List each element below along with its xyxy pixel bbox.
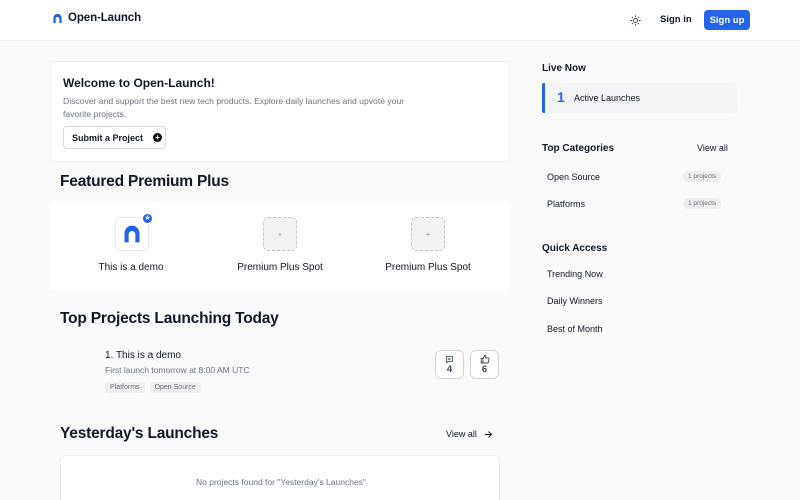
project-name[interactable]: 1. This is a demo bbox=[105, 350, 250, 361]
top-header: Open-Launch Sign in Sign up bbox=[0, 0, 800, 41]
plus-circle-icon: + bbox=[153, 133, 163, 142]
sign-in-link[interactable]: Sign in bbox=[660, 14, 692, 25]
tag-open-source[interactable]: Open Source bbox=[149, 382, 201, 393]
today-section-title: Top Projects Launching Today bbox=[60, 310, 279, 327]
sun-icon bbox=[630, 15, 641, 26]
yesterday-view-all-link[interactable]: View all bbox=[446, 429, 493, 439]
category-item-open-source[interactable]: Open Source 1 projects bbox=[547, 171, 727, 182]
category-count-badge: 1 projects bbox=[683, 171, 722, 182]
arrow-right-icon bbox=[484, 430, 492, 438]
quick-link-trending-now[interactable]: Trending Now bbox=[547, 269, 603, 279]
featured-grid: ★ This is a demo + Premium Plus Spot + P… bbox=[50, 201, 510, 290]
featured-item-spot[interactable]: + Premium Plus Spot bbox=[205, 201, 355, 290]
project-tags: Platforms Open Source bbox=[105, 382, 201, 393]
project-subtitle: First launch tomorrow at 8:00 AM UTC bbox=[105, 365, 250, 375]
featured-item-demo[interactable]: ★ This is a demo bbox=[56, 201, 206, 290]
featured-item-spot[interactable]: + Premium Plus Spot bbox=[353, 201, 503, 290]
top-categories-title: Top Categories bbox=[542, 143, 615, 154]
upvote-button[interactable]: 6 bbox=[470, 350, 499, 379]
live-now-card[interactable]: 1 Active Launches bbox=[542, 83, 737, 113]
welcome-title: Welcome to Open-Launch! bbox=[63, 76, 215, 90]
comment-icon bbox=[445, 355, 454, 363]
featured-item-label: This is a demo bbox=[98, 262, 164, 273]
live-now-title: Live Now bbox=[542, 63, 586, 74]
featured-section-title: Featured Premium Plus bbox=[60, 173, 229, 190]
empty-state-text: No projects found for "Yesterday's Launc… bbox=[196, 477, 366, 487]
comments-button[interactable]: 4 bbox=[435, 350, 464, 379]
sign-up-button[interactable]: Sign up bbox=[704, 10, 750, 30]
quick-access-title: Quick Access bbox=[542, 243, 608, 254]
brand-logo[interactable]: Open-Launch bbox=[52, 12, 141, 24]
welcome-card: Welcome to Open-Launch! Discover and sup… bbox=[50, 61, 510, 162]
categories-view-all-link[interactable]: View all bbox=[697, 143, 728, 153]
active-launch-count: 1 bbox=[557, 89, 565, 105]
category-count-badge: 1 projects bbox=[683, 198, 722, 209]
quick-link-daily-winners[interactable]: Daily Winners bbox=[547, 296, 603, 306]
comment-count: 4 bbox=[446, 363, 453, 375]
plus-icon: + bbox=[263, 217, 297, 251]
featured-item-label: Premium Plus Spot bbox=[385, 262, 471, 273]
project-row[interactable]: 1. This is a demo First launch tomorrow … bbox=[105, 350, 250, 375]
thumbs-up-icon bbox=[480, 354, 489, 364]
yesterday-section-title: Yesterday's Launches bbox=[60, 425, 219, 442]
active-launch-label: Active Launches bbox=[574, 93, 641, 103]
open-launch-logo-icon bbox=[53, 13, 62, 23]
submit-project-button[interactable]: Submit a Project + bbox=[63, 126, 166, 149]
welcome-description: Discover and support the best new tech p… bbox=[63, 96, 405, 119]
brand-name: Open-Launch bbox=[68, 12, 142, 24]
tag-platforms[interactable]: Platforms bbox=[105, 382, 145, 393]
category-name: Platforms bbox=[547, 199, 586, 209]
submit-project-label: Submit a Project bbox=[72, 132, 144, 143]
category-name: Open Source bbox=[547, 172, 601, 182]
empty-state-card: No projects found for "Yesterday's Launc… bbox=[60, 455, 500, 500]
star-icon: ★ bbox=[142, 213, 153, 224]
open-launch-logo-icon bbox=[124, 225, 140, 243]
theme-toggle-button[interactable] bbox=[628, 13, 643, 28]
upvote-count: 6 bbox=[481, 364, 488, 375]
featured-item-label: Premium Plus Spot bbox=[237, 262, 323, 273]
category-item-platforms[interactable]: Platforms 1 projects bbox=[547, 198, 727, 209]
plus-icon: + bbox=[411, 217, 445, 251]
quick-link-best-of-month[interactable]: Best of Month bbox=[547, 324, 603, 334]
view-all-label: View all bbox=[446, 429, 477, 439]
